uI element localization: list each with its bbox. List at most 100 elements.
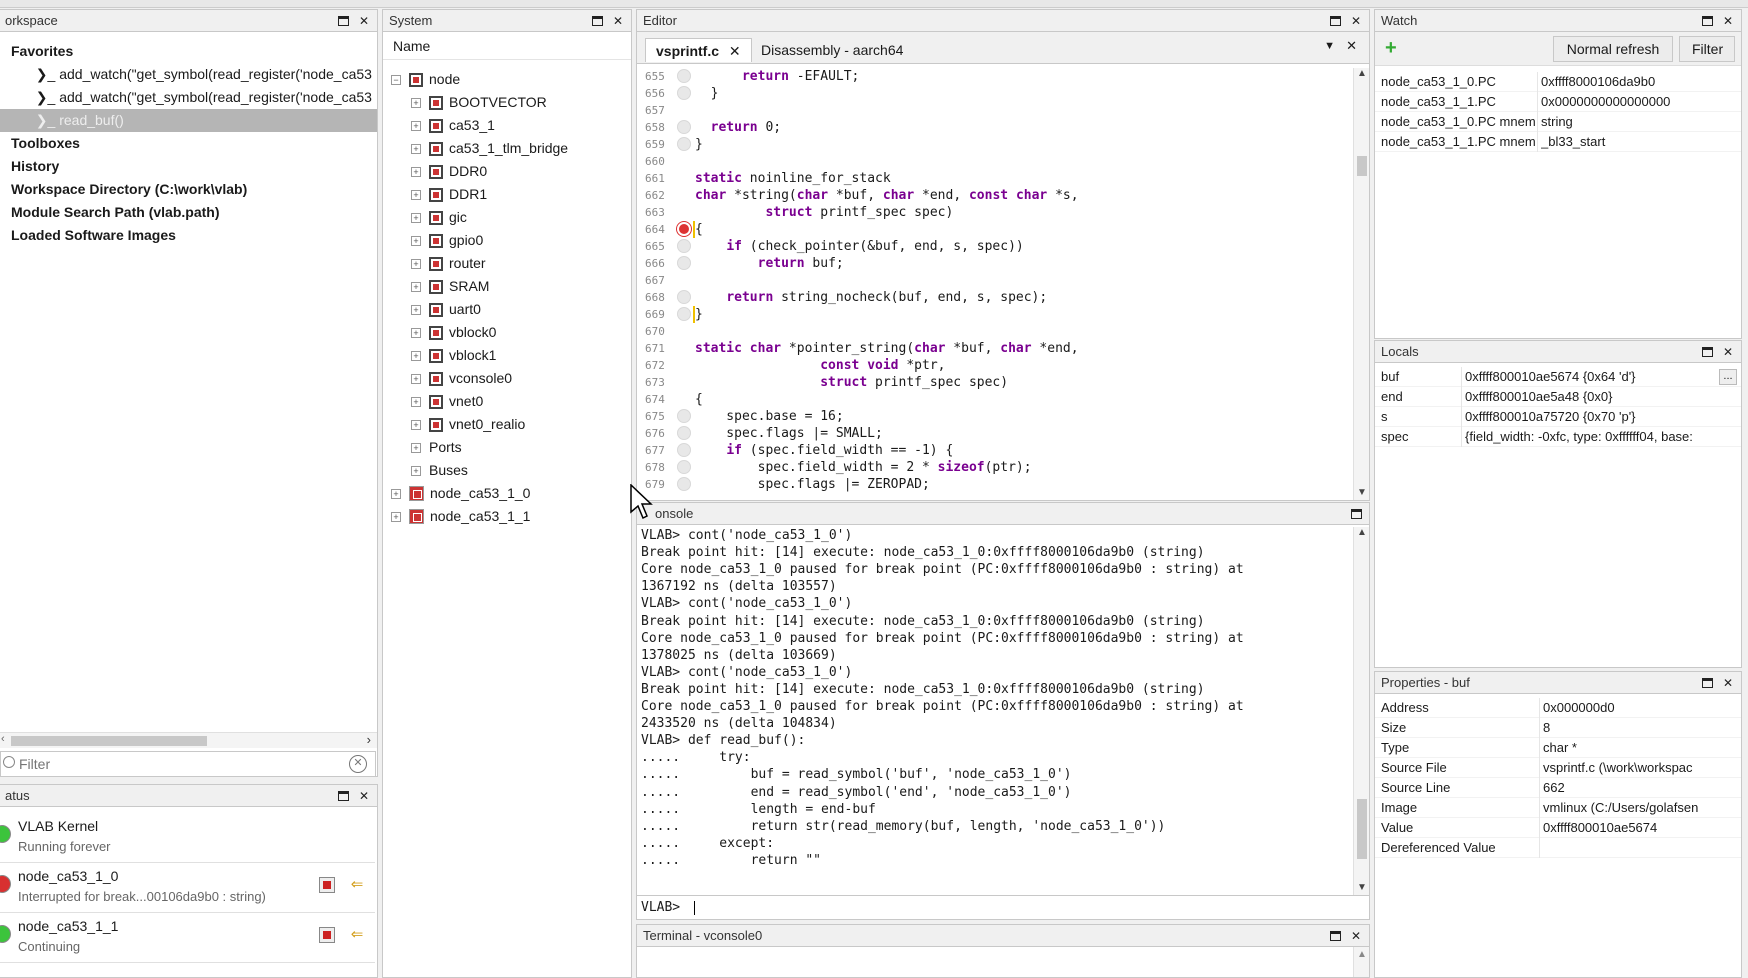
expand-icon[interactable]: + [411,258,421,269]
code-line[interactable]: 656 } [637,85,1347,102]
maximize-icon[interactable] [1700,14,1714,28]
tree-group[interactable]: + Buses [411,459,468,482]
code-line[interactable]: 677 if (spec.field_width == -1) { [637,442,1347,459]
expand-icon[interactable]: + [391,511,401,522]
table-row[interactable]: node_ca53_1_0.PC 0xffff8000106da9b0 [1375,72,1741,92]
chevron-up-icon[interactable]: ▲ [1357,68,1367,79]
code-line[interactable]: 675 spec.base = 16; [637,408,1347,425]
breakpoint-slot[interactable] [677,426,691,440]
favorite-item[interactable]: ❯_ add_watch("get_symbol(read_register('… [0,86,377,109]
workspace-section[interactable]: Toolboxes [0,132,377,155]
code-line[interactable]: 663 struct printf_spec spec) [637,204,1347,221]
tree-node[interactable]: + vconsole0 [411,367,512,390]
code-line[interactable]: 668 return string_nocheck(buf, end, s, s… [637,289,1347,306]
code-line[interactable]: 665 if (check_pointer(&buf, end, s, spec… [637,238,1347,255]
breakpoint-slot[interactable] [677,409,691,423]
breakpoint-slot[interactable] [677,239,691,253]
chevron-down-icon[interactable]: ▼ [1357,487,1367,498]
expand-icon[interactable]: + [411,281,421,292]
table-row[interactable]: Address 0x000000d0 [1375,698,1741,718]
table-row[interactable]: Source Line 662 [1375,778,1741,798]
tree-node[interactable]: + gpio0 [411,229,483,252]
expand-icon[interactable]: + [411,419,421,430]
expand-icon[interactable]: + [411,327,421,338]
breakpoint-slot[interactable] [677,460,691,474]
expand-icon[interactable]: + [411,373,421,384]
tree-node[interactable]: + vblock0 [411,321,496,344]
status-item[interactable]: node_ca53_1_1 Continuing ⇐ [0,913,375,963]
table-row[interactable]: node_ca53_1_1.PC mnemoni _bl33_start [1375,132,1741,152]
tree-node[interactable]: + ca53_1_tlm_bridge [411,137,568,160]
code-line[interactable]: 667 [637,272,1347,289]
close-icon[interactable]: ✕ [611,14,625,28]
table-row[interactable]: Value 0xffff800010ae5674 [1375,818,1741,838]
breakpoint-slot[interactable] [677,443,691,457]
console-vscrollbar[interactable]: ▲ ▼ [1353,527,1369,895]
code-line[interactable]: 666 return buf; [637,255,1347,272]
chevron-up-icon[interactable]: ▲ [1357,949,1367,960]
close-icon[interactable]: ✕ [357,789,371,803]
table-row[interactable]: Image vmlinux (C:/Users/golafsen [1375,798,1741,818]
maximize-icon[interactable] [1328,929,1342,943]
workspace-filter[interactable]: ✕ [0,751,376,777]
expand-icon[interactable]: + [411,304,421,315]
breakpoint-slot[interactable] [677,307,691,321]
maximize-icon[interactable] [590,14,604,28]
workspace-section[interactable]: Loaded Software Images [0,224,377,247]
breakpoint-slot[interactable] [677,137,691,151]
maximize-icon[interactable] [1328,14,1342,28]
tree-node-core[interactable]: + node_ca53_1_0 [391,482,530,505]
tree-node[interactable]: + gic [411,206,467,229]
step-icon[interactable]: ⇐ [347,877,367,893]
code-line[interactable]: 658 return 0; [637,119,1347,136]
tree-node[interactable]: + vblock1 [411,344,496,367]
tree-node[interactable]: + DDR0 [411,160,487,183]
table-row[interactable]: Dereferenced Value [1375,838,1741,858]
code-line[interactable]: 673 struct printf_spec spec) [637,374,1347,391]
terminal-vscrollbar[interactable]: ▲ [1353,947,1369,977]
code-line[interactable]: 669} [637,306,1347,323]
close-icon[interactable]: ✕ [357,14,371,28]
tree-node[interactable]: + SRAM [411,275,489,298]
code-line[interactable]: 671 static char *pointer_string(char *buf… [637,340,1347,357]
code-line[interactable]: 660 [637,153,1347,170]
maximize-icon[interactable] [1700,676,1714,690]
code-line[interactable]: 679 spec.flags |= ZEROPAD; [637,476,1347,493]
step-icon[interactable]: ⇐ [347,927,367,943]
tree-node[interactable]: + BOOTVECTOR [411,91,547,114]
code-line[interactable]: 662 char *string(char *buf, char *end, co… [637,187,1347,204]
breakpoint-slot[interactable] [677,120,691,134]
code-view[interactable]: 655 return -EFAULT; 656 } 657 658 return 0;… [637,68,1351,500]
favorite-item[interactable]: ❯_ add_watch("get_symbol(read_register('… [0,63,377,86]
expand-icon[interactable]: + [411,350,421,361]
close-icon[interactable]: ✕ [1349,929,1363,943]
expand-icon[interactable]: + [391,488,401,499]
table-row[interactable]: Type char * [1375,738,1741,758]
code-line[interactable]: 659} [637,136,1347,153]
table-row[interactable]: buf 0xffff800010ae5674 {0x64 'd'} [1375,367,1741,387]
chevron-down-icon[interactable]: ▼ [1357,882,1367,893]
status-item[interactable]: node_ca53_1_0 Interrupted for break...001… [0,863,375,913]
expand-icon[interactable]: + [411,235,421,246]
breakpoint-slot[interactable] [677,86,691,100]
chevron-up-icon[interactable]: ▲ [1357,527,1367,538]
table-row[interactable]: node_ca53_1_0.PC mnemoni string [1375,112,1741,132]
tree-node[interactable]: + DDR1 [411,183,487,206]
close-icon[interactable]: ✕ [729,43,741,59]
breakpoint-slot[interactable] [677,477,691,491]
system-column-header[interactable]: Name [383,32,631,60]
table-row[interactable]: s 0xffff800010a75720 {0x70 'p'} [1375,407,1741,427]
breakpoint-slot[interactable] [677,69,691,83]
expand-icon[interactable]: + [411,97,421,108]
expand-icon[interactable]: + [411,120,421,131]
code-line[interactable]: 657 [637,102,1347,119]
maximize-icon[interactable] [336,789,350,803]
workspace-hscrollbar[interactable]: ‹ › [0,732,377,748]
expand-icon[interactable]: + [411,396,421,407]
code-line[interactable]: 676 spec.flags |= SMALL; [637,425,1347,442]
tree-group[interactable]: + Ports [411,436,462,459]
dropdown-arrow-icon[interactable]: ▼ [1324,40,1335,52]
code-line[interactable]: 678 spec.field_width = 2 * sizeof(ptr); [637,459,1347,476]
code-line[interactable]: 661 static noinline_for_stack [637,170,1347,187]
close-icon[interactable]: ✕ [1721,345,1735,359]
